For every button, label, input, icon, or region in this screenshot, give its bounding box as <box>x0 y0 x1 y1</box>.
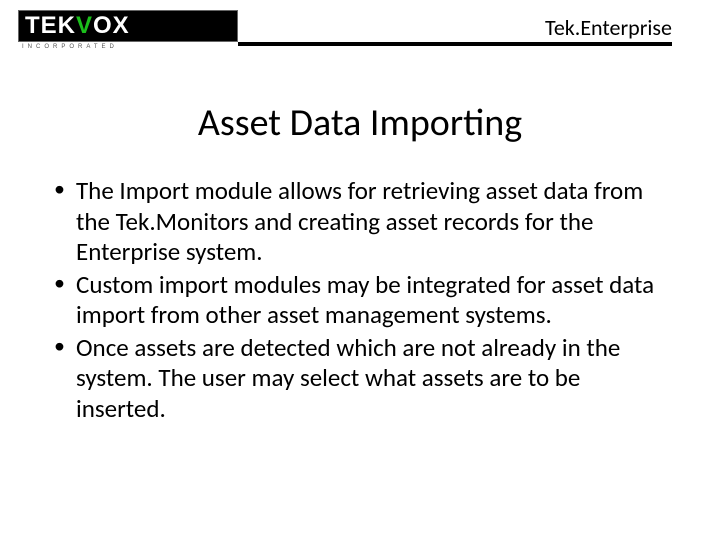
logo-text-v: V <box>76 12 93 40</box>
list-item: Custom import modules may be integrated … <box>50 270 670 331</box>
header-divider <box>238 42 672 46</box>
bullet-list: The Import module allows for retrieving … <box>50 176 670 424</box>
logo-box: TEKVOX <box>18 10 238 42</box>
logo: TEKVOX INCORPORATED <box>18 10 238 50</box>
list-item: The Import module allows for retrieving … <box>50 176 670 268</box>
slide-content: The Import module allows for retrieving … <box>50 176 670 424</box>
logo-subtext: INCORPORATED <box>22 44 238 50</box>
slide-title: Asset Data Importing <box>0 100 720 146</box>
logo-text-ox: OX <box>93 12 130 40</box>
logo-text-tek: TEK <box>25 12 76 40</box>
product-name: Tek.Enterprise <box>545 14 672 41</box>
slide-header: TEKVOX INCORPORATED Tek.Enterprise <box>0 0 720 60</box>
list-item: Once assets are detected which are not a… <box>50 333 670 425</box>
